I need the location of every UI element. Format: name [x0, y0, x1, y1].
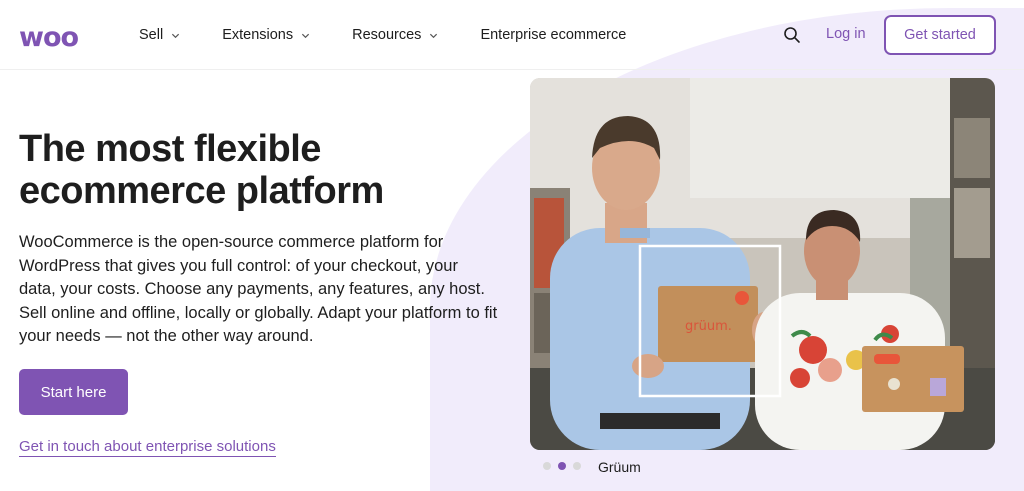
get-started-button[interactable]: Get started [884, 15, 996, 55]
search-icon[interactable] [783, 26, 801, 44]
hero-photo-illustration: grüum. [530, 78, 995, 450]
carousel-dots [543, 462, 581, 470]
chevron-down-icon [430, 33, 438, 38]
chevron-down-icon [302, 33, 310, 38]
nav-label: Resources [352, 27, 422, 43]
hero-title: The most flexible ecommerce platform [19, 128, 384, 212]
site-header: woo Sell Extensions Resources Enterprise… [0, 0, 1024, 70]
nav-item-extensions[interactable]: Extensions [222, 27, 310, 43]
login-link[interactable]: Log in [826, 26, 866, 42]
nav-label: Extensions [222, 27, 294, 43]
hero-description: WooCommerce is the open-source commerce … [19, 233, 498, 346]
carousel-dot[interactable] [573, 462, 581, 470]
nav-item-resources[interactable]: Resources [352, 27, 438, 43]
nav-label: Enterprise ecommerce [480, 27, 627, 43]
box-brand-label: grüum. [685, 319, 732, 334]
main-nav: Sell Extensions Resources Enterprise eco… [139, 0, 668, 70]
enterprise-contact-link[interactable]: Get in touch about enterprise solutions [19, 438, 276, 457]
chevron-down-icon [172, 33, 180, 38]
start-here-button[interactable]: Start here [19, 369, 128, 415]
nav-item-enterprise[interactable]: Enterprise ecommerce [480, 27, 626, 43]
nav-item-sell[interactable]: Sell [139, 27, 180, 43]
hero-photo: grüum. [530, 78, 995, 450]
carousel-dot[interactable] [543, 462, 551, 470]
woo-logo[interactable]: woo [19, 22, 79, 53]
carousel-dot-active[interactable] [558, 462, 566, 470]
nav-label: Sell [139, 27, 164, 43]
carousel-caption: Grüum [598, 459, 641, 475]
